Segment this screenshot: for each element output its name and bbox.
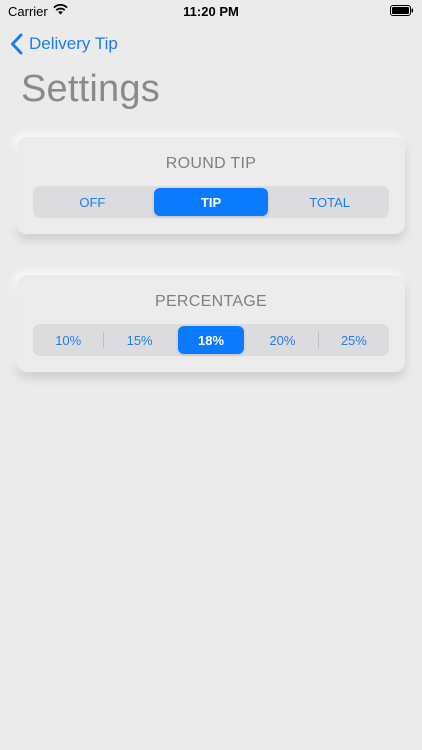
percentage-title: PERCENTAGE (154, 293, 268, 310)
chevron-left-icon (11, 33, 23, 55)
segment-divider (175, 332, 176, 348)
segment-divider (246, 332, 247, 348)
percentage-option-25[interactable]: 25% (321, 326, 387, 354)
round-tip-card: ROUND TIP OFF TIP TOTAL (17, 137, 405, 234)
percentage-option-20[interactable]: 20% (249, 326, 315, 354)
percentage-option-10[interactable]: 10% (35, 326, 101, 354)
status-time: 11:20 PM (183, 4, 239, 19)
percentage-option-15[interactable]: 15% (106, 326, 172, 354)
status-bar: Carrier 11:20 PM (0, 0, 422, 22)
back-button-label: Delivery Tip (29, 34, 118, 53)
segment-divider (317, 332, 319, 348)
percentage-option-18[interactable]: 18% (177, 326, 245, 354)
battery-icon (390, 5, 414, 16)
page-title: Settings (21, 68, 160, 110)
round-tip-option-tip[interactable]: TIP (153, 188, 269, 216)
percentage-card: PERCENTAGE 10% 15% 18% 20% 25% (17, 275, 405, 372)
percentage-segmented-control: 10% 15% 18% 20% 25% (33, 324, 389, 356)
round-tip-title: ROUND TIP (165, 155, 257, 172)
round-tip-option-total[interactable]: TOTAL (272, 188, 387, 216)
back-button[interactable]: Delivery Tip (10, 32, 118, 56)
round-tip-segmented-control: OFF TIP TOTAL (33, 186, 389, 218)
segment-divider (103, 332, 105, 348)
round-tip-option-off[interactable]: OFF (35, 188, 150, 216)
